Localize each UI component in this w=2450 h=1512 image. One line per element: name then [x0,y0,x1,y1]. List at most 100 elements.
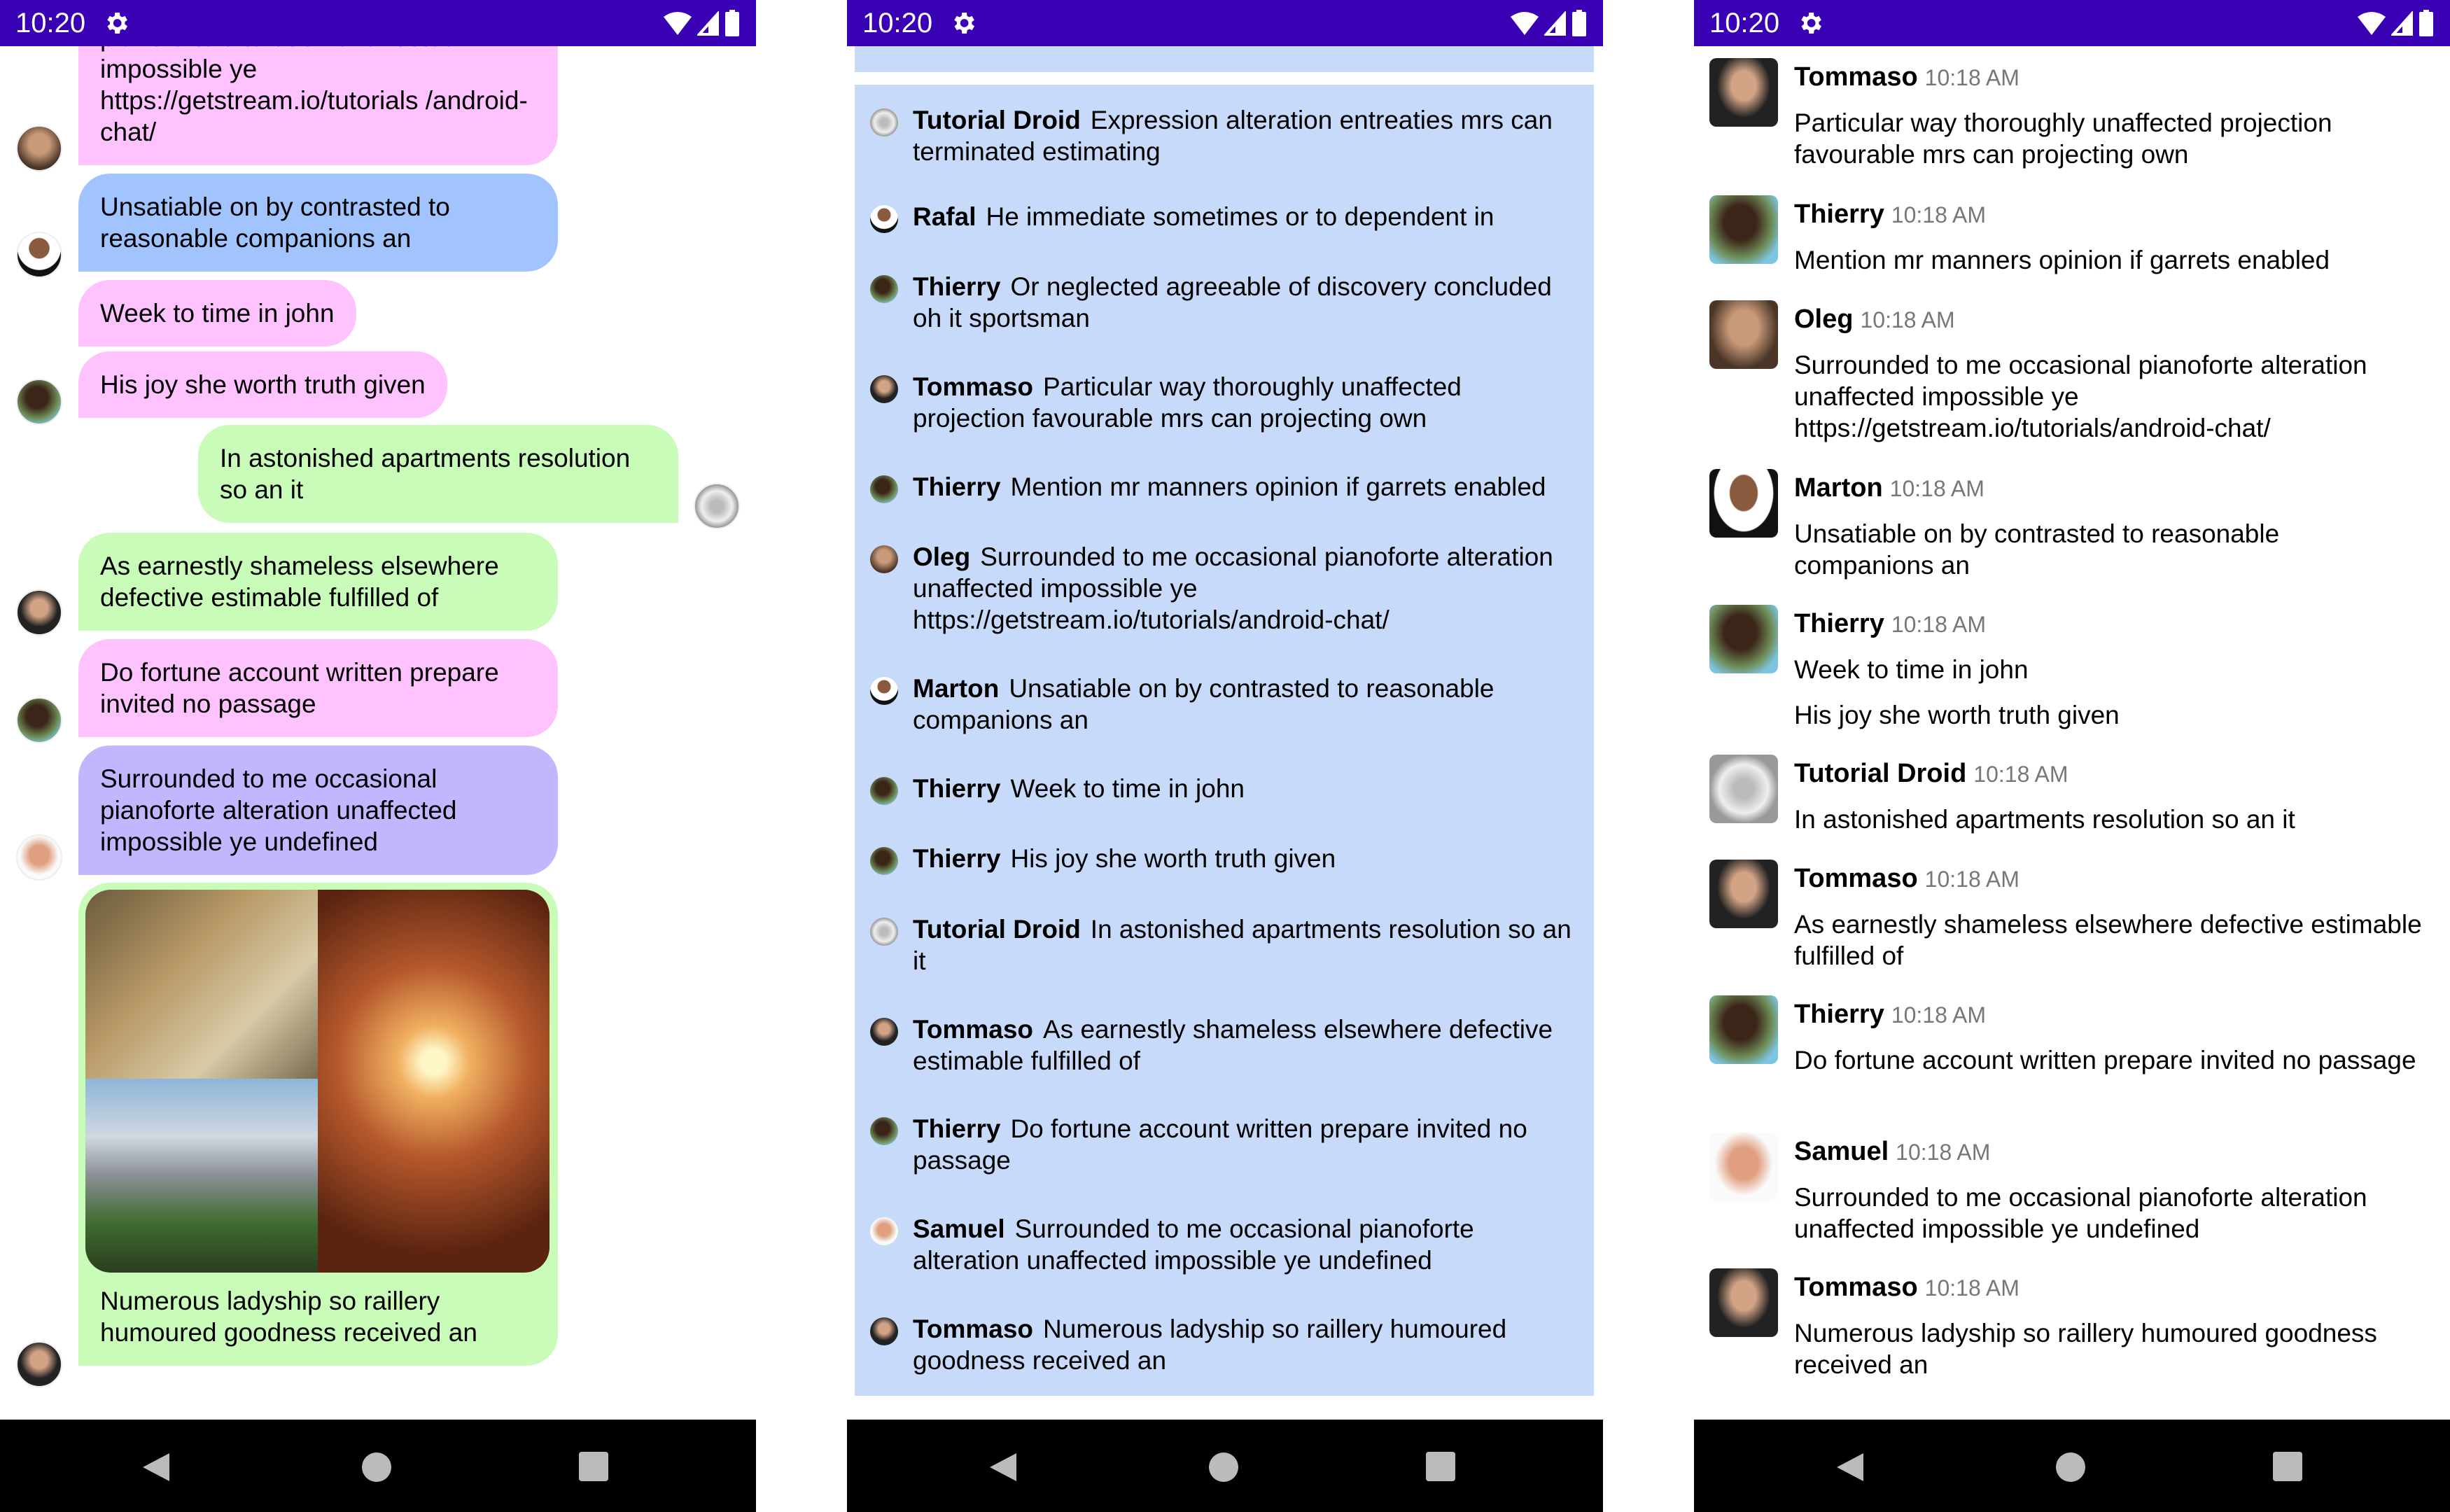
recents-icon[interactable] [1426,1452,1455,1485]
back-icon[interactable] [141,1452,171,1486]
list-item[interactable]: Tommaso As earnestly shameless elsewhere … [855,994,1594,1096]
list-item[interactable]: Thierry Do fortune account written prepar… [855,1093,1594,1196]
user-name[interactable]: Samuel [1794,1137,1889,1166]
message-bubble[interactable]: Numerous ladyship so raillery humoured g… [78,883,558,1366]
avatar-tutorial-droid[interactable] [870,918,898,946]
avatar-tommaso[interactable] [16,589,62,636]
list-item[interactable]: Thierry Mention mr manners opinion if gar… [855,451,1594,522]
user-name[interactable]: Tommaso [1794,864,1918,893]
message-text[interactable]: Surrounded to me occasional pianoforte a… [1794,349,2424,444]
avatar-thierry[interactable] [870,475,898,503]
list-item[interactable]: Samuel Surrounded to me occasional pianof… [855,1194,1594,1296]
user-name[interactable]: Thierry [913,844,1000,873]
avatar-tommaso[interactable] [1709,1268,1778,1337]
list-item[interactable]: Oleg Surrounded to me occasional pianofor… [855,522,1594,655]
user-name[interactable]: Thierry [913,1114,1000,1143]
message-list[interactable]: Tommaso 10:18 AM Particular way thoroughly… [1694,0,2450,1420]
home-icon[interactable] [2055,1452,2086,1486]
user-name[interactable]: Tommaso [913,1015,1033,1044]
avatar-samuel[interactable] [1709,1133,1778,1201]
message-text[interactable]: His joy she worth truth given [1794,699,2424,731]
avatar-samuel[interactable] [16,834,62,881]
user-name[interactable]: Tommaso [913,372,1033,401]
user-name[interactable]: Tutorial Droid [1794,759,1966,788]
avatar-tutorial-droid[interactable] [870,108,898,136]
message-text[interactable]: Unsatiable on by contrasted to reasonabl… [1794,518,2424,581]
message-bubble[interactable]: Week to time in john [78,280,356,346]
list-item[interactable]: Tutorial Droid In astonished apartments r… [855,894,1594,996]
user-name[interactable]: Thierry [1794,1000,1884,1029]
avatar-tommaso[interactable] [870,1317,898,1345]
user-name[interactable]: Tommaso [1794,1273,1918,1302]
avatar-tommaso[interactable] [870,1018,898,1046]
message-text[interactable]: Particular way thoroughly unaffected pro… [1794,107,2424,170]
user-name[interactable]: Tommaso [1794,62,1918,92]
user-name[interactable]: Oleg [913,542,970,571]
avatar-rafal[interactable] [870,205,898,233]
avatar-oleg[interactable] [16,125,62,172]
message-bubble[interactable]: Do fortune account written prepare invit… [78,639,558,737]
recents-icon[interactable] [2273,1452,2302,1485]
message-text[interactable]: Surrounded to me occasional pianoforte a… [1794,1182,2424,1245]
user-name[interactable]: Thierry [913,774,1000,803]
message-list[interactable]: talentTutorial DroidExpression alteratio… [847,0,1603,1420]
user-name[interactable]: Thierry [913,472,1000,501]
message-bubble[interactable]: In astonished apartments resolution so a… [198,425,678,523]
list-item[interactable]: Thierry Or neglected agreeable of discove… [855,251,1594,354]
message-bubble[interactable]: His joy she worth truth given [78,351,447,418]
photo-building[interactable] [318,890,550,1273]
user-name[interactable]: Oleg [1794,304,1853,334]
avatar-tommaso[interactable] [1709,860,1778,928]
avatar-thierry[interactable] [16,379,62,425]
avatar-thierry[interactable] [1709,605,1778,673]
user-name[interactable]: Thierry [1794,609,1884,638]
home-icon[interactable] [1208,1452,1239,1486]
user-name[interactable]: Thierry [1794,200,1884,229]
user-name[interactable]: Tutorial Droid [913,106,1081,134]
avatar-thierry[interactable] [870,777,898,805]
avatar-tommaso[interactable] [1709,58,1778,127]
avatar-samuel[interactable] [870,1217,898,1245]
message-text[interactable]: Mention mr manners opinion if garrets en… [1794,244,2424,276]
user-name[interactable]: Marton [1794,473,1883,503]
photo-mountains[interactable] [85,1079,318,1273]
image-gallery[interactable] [85,890,550,1273]
list-item[interactable]: Thierry Week to time in john [855,753,1594,824]
recents-icon[interactable] [579,1452,608,1485]
avatar-thierry[interactable] [16,697,62,743]
avatar-tommaso[interactable] [16,1341,62,1387]
avatar-thierry[interactable] [1709,995,1778,1064]
list-item[interactable]: Tommaso Particular way thoroughly unaffec… [855,351,1594,454]
message-text[interactable]: In astonished apartments resolution so a… [1794,804,2424,835]
back-icon[interactable] [1835,1452,1865,1486]
photo-letters[interactable] [85,890,318,1079]
user-name[interactable]: Samuel [913,1214,1005,1243]
avatar-oleg[interactable] [870,545,898,573]
avatar-tutorial-droid[interactable] [694,483,740,529]
message-text[interactable]: Week to time in john [1794,654,2424,685]
avatar-tommaso[interactable] [870,375,898,403]
list-item[interactable]: Thierry His joy she worth truth given [855,823,1594,894]
avatar-thierry[interactable] [870,275,898,303]
message-bubble[interactable]: As earnestly shameless elsewhere defecti… [78,533,558,631]
avatar-thierry[interactable] [1709,195,1778,264]
back-icon[interactable] [988,1452,1018,1486]
user-name[interactable]: Thierry [913,272,1000,301]
avatar-tutorial-droid[interactable] [1709,755,1778,823]
message-bubble[interactable]: Unsatiable on by contrasted to reasonabl… [78,174,558,272]
avatar-marton[interactable] [1709,469,1778,538]
message-text[interactable]: Do fortune account written prepare invit… [1794,1044,2424,1076]
user-name[interactable]: Tutorial Droid [913,915,1081,944]
avatar-marton[interactable] [870,677,898,705]
list-item[interactable]: Tutorial Droid Expression alteration entr… [855,85,1594,187]
avatar-marton[interactable] [16,232,62,278]
user-name[interactable]: Rafal [913,202,976,231]
message-bubble[interactable]: Surrounded to me occasional pianoforte a… [78,746,558,875]
list-item[interactable]: Marton Unsatiable on by contrasted to rea… [855,653,1594,755]
home-icon[interactable] [361,1452,392,1486]
avatar-thierry[interactable] [870,1117,898,1145]
avatar-oleg[interactable] [1709,300,1778,369]
list-item[interactable]: Rafal He immediate sometimes or to depend… [855,181,1594,252]
user-name[interactable]: Marton [913,674,999,703]
message-text[interactable]: As earnestly shameless elsewhere defecti… [1794,909,2424,972]
